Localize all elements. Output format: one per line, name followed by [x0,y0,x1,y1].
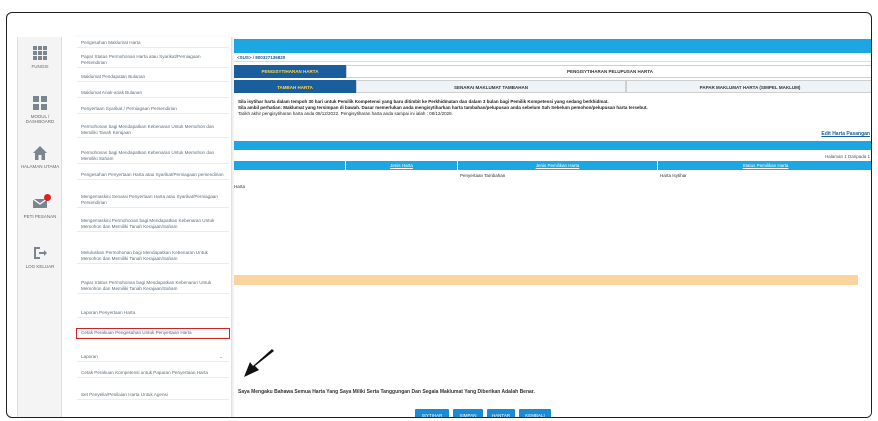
app-window: FUNGSI MODUL / DASHBOARD HALAMAN UTAMA P… [17,37,871,417]
kembali-button[interactable]: KEMBALI [519,409,551,417]
top-header-bar [234,39,871,53]
section-bar [234,141,871,150]
menu-item-label: Laporan [81,354,98,359]
rail-label: HALAMAN UTAMA [20,164,60,169]
chevron-down-icon: ⌄ [218,354,223,360]
menu-item-cetak-perakuan-highlighted[interactable]: Cetak Perakuan Pengesahan Untuk Penyerta… [76,328,230,339]
rail-label: LOG KELUAR [25,264,55,269]
notice-text: Sila isytihar harta dalam tempoh 30 hari… [238,99,871,117]
browser-frame: FUNGSI MODUL / DASHBOARD HALAMAN UTAMA P… [6,12,872,418]
edit-harta-pasangan-link[interactable]: Edit Harta Pasangan [821,131,870,137]
rail-item-fungsi[interactable]: FUNGSI [18,39,62,87]
th-jenis-harta[interactable]: Jenis Harta [346,161,458,170]
menu-item[interactable]: Mengemaskini Senarai Penyertaan Harta at… [77,193,229,208]
menu-item[interactable]: Maklumat Pendapatan Bulanan [77,73,229,82]
menu-item[interactable]: Papar Status Permohonan bagi Mendapatkan… [77,279,229,294]
rail-item-modul[interactable]: MODUL / DASHBOARD [18,89,62,137]
table-cell: Harta Isytihar [660,173,687,178]
rail-item-logout[interactable]: LOG KELUAR [18,239,62,287]
pointer-arrow-icon [244,349,274,377]
home-icon [33,146,47,160]
rail-label: FUNGSI [31,64,49,69]
th-status-pemilikan[interactable]: Status Pemilikan Harta [658,161,871,170]
th-blank [234,161,346,170]
tab-papar-maklumat[interactable]: PAPAR MAKLUMAT HARTA (SIMPEL MAKLUM) [626,80,871,93]
menu-item[interactable]: Laporan Penyertaan Harta [77,309,229,318]
simpan-button[interactable]: SIMPAN [453,409,483,417]
rail-label: MODUL / DASHBOARD [25,114,55,124]
menu-item[interactable]: Maklumat Anak-anak Bulanan [77,89,229,98]
menu-item[interactable]: Permohonan bagi Mendapatkan Kebenaran Un… [77,123,229,138]
secondary-tabs: TAMBAH HARTA SENARAI MAKLUMAT TAMBAHAN P… [234,80,871,93]
icon-rail: FUNGSI MODUL / DASHBOARD HALAMAN UTAMA P… [18,37,62,417]
menu-item[interactable]: Set Penyelia/Penilaian Harta Untuk Agens… [77,391,229,400]
menu-item[interactable]: Mengemaskini Permohonan bagi Mendapatkan… [77,217,229,232]
main-content: <SUS> / 800327136820 PENGISYTIHARAN HART… [234,37,871,417]
table-cell: Harta [234,184,246,189]
table-cell: Penyertaan Tambahan [460,173,506,178]
user-id-line: <SUS> / 800327136820 [234,53,871,62]
menu-item[interactable]: Papar Status Permohonan Harta atau Syari… [77,53,229,68]
tab-pelupusan-harta[interactable]: PENGISYTIHARAN PELUPUSAN HARTA [346,65,871,78]
menu-item[interactable]: Meluluskan Permohonan bagi Mendapatkan K… [77,249,229,264]
grid-icon [33,46,47,60]
menu-item[interactable]: Pengesahan Penyertaan Harta atau Syarika… [77,171,229,180]
notification-badge [44,194,51,201]
tab-pengisytiharan-harta[interactable]: PENGISYTIHARAN HARTA [234,65,346,78]
tab-tambah-harta[interactable]: TAMBAH HARTA [234,80,356,93]
dashboard-icon [33,96,47,110]
menu-item-laporan[interactable]: Laporan ⌄ [77,353,229,362]
isytihar-button[interactable]: ISYTIHAR [415,409,449,417]
orange-row [234,275,858,285]
pagination-info: Halaman 1 Daripada 1 [824,154,870,159]
declaration-question: Saya Mengaku Bahawa Semua Harta Yang Say… [238,389,535,395]
tab-senarai-maklumat[interactable]: SENARAI MAKLUMAT TAMBAHAN [356,80,626,93]
rail-item-mail[interactable]: PETI PESANAN [18,189,62,237]
rail-item-home[interactable]: HALAMAN UTAMA [18,139,62,187]
rail-label: PETI PESANAN [23,214,57,219]
menu-item[interactable]: Cetak Perakuan Kompetensi untuk Paparan … [77,369,229,378]
hantar-button[interactable]: HANTAR [487,409,515,417]
notice-line: Tarikh akhir pengisytiharan harta anda 0… [238,111,453,116]
menu-item[interactable]: Pengesahan Maklumat Harta [77,39,229,48]
table-row: Penyertaan Tambahan Harta Isytihar [234,172,871,180]
menu-item[interactable]: Penyertaan Syarikat / Perniagaan Persend… [77,105,229,114]
th-jenis-pemilikan[interactable]: Jenis Pemilikan Harta [458,161,658,170]
table-header: Jenis Harta Jenis Pemilikan Harta Status… [234,161,871,170]
menu-item[interactable]: Permohonan bagi Mendapatkan Kebenaran Un… [77,149,229,164]
primary-tabs: PENGISYTIHARAN HARTA PENGISYTIHARAN PELU… [234,65,871,78]
logout-icon [34,247,47,259]
flyout-menu: Pengesahan Maklumat Harta Papar Status P… [72,37,232,417]
